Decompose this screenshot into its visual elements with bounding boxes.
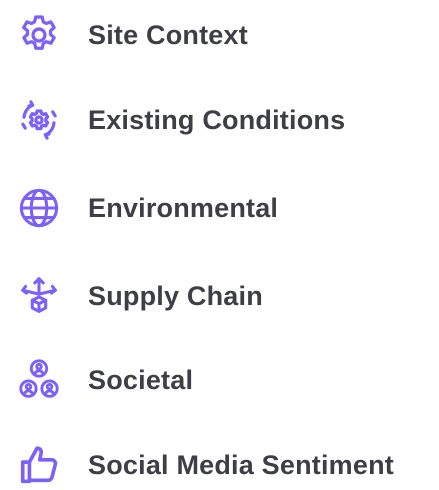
menu-item-label: Social Media Sentiment <box>88 449 394 480</box>
menu-item-social-media-sentiment[interactable]: Social Media Sentiment <box>14 440 394 490</box>
menu-item-environmental[interactable]: Environmental <box>14 183 278 233</box>
people-network-icon <box>14 355 64 405</box>
menu-item-societal[interactable]: Societal <box>14 355 193 405</box>
category-menu: Site Context Existing Conditions Environ… <box>0 0 439 490</box>
menu-item-label: Existing Conditions <box>88 104 346 135</box>
globe-icon <box>14 183 64 233</box>
supply-chain-icon <box>14 271 64 321</box>
gear-cycle-icon <box>14 95 64 145</box>
menu-item-existing-conditions[interactable]: Existing Conditions <box>14 95 345 145</box>
gear-icon <box>14 10 64 60</box>
thumbs-up-icon <box>14 440 64 490</box>
menu-item-label: Site Context <box>88 19 248 50</box>
menu-item-label: Supply Chain <box>88 280 263 311</box>
menu-item-label: Environmental <box>88 192 279 223</box>
menu-item-label: Societal <box>88 364 194 395</box>
menu-item-site-context[interactable]: Site Context <box>14 10 248 60</box>
menu-item-supply-chain[interactable]: Supply Chain <box>14 271 263 321</box>
